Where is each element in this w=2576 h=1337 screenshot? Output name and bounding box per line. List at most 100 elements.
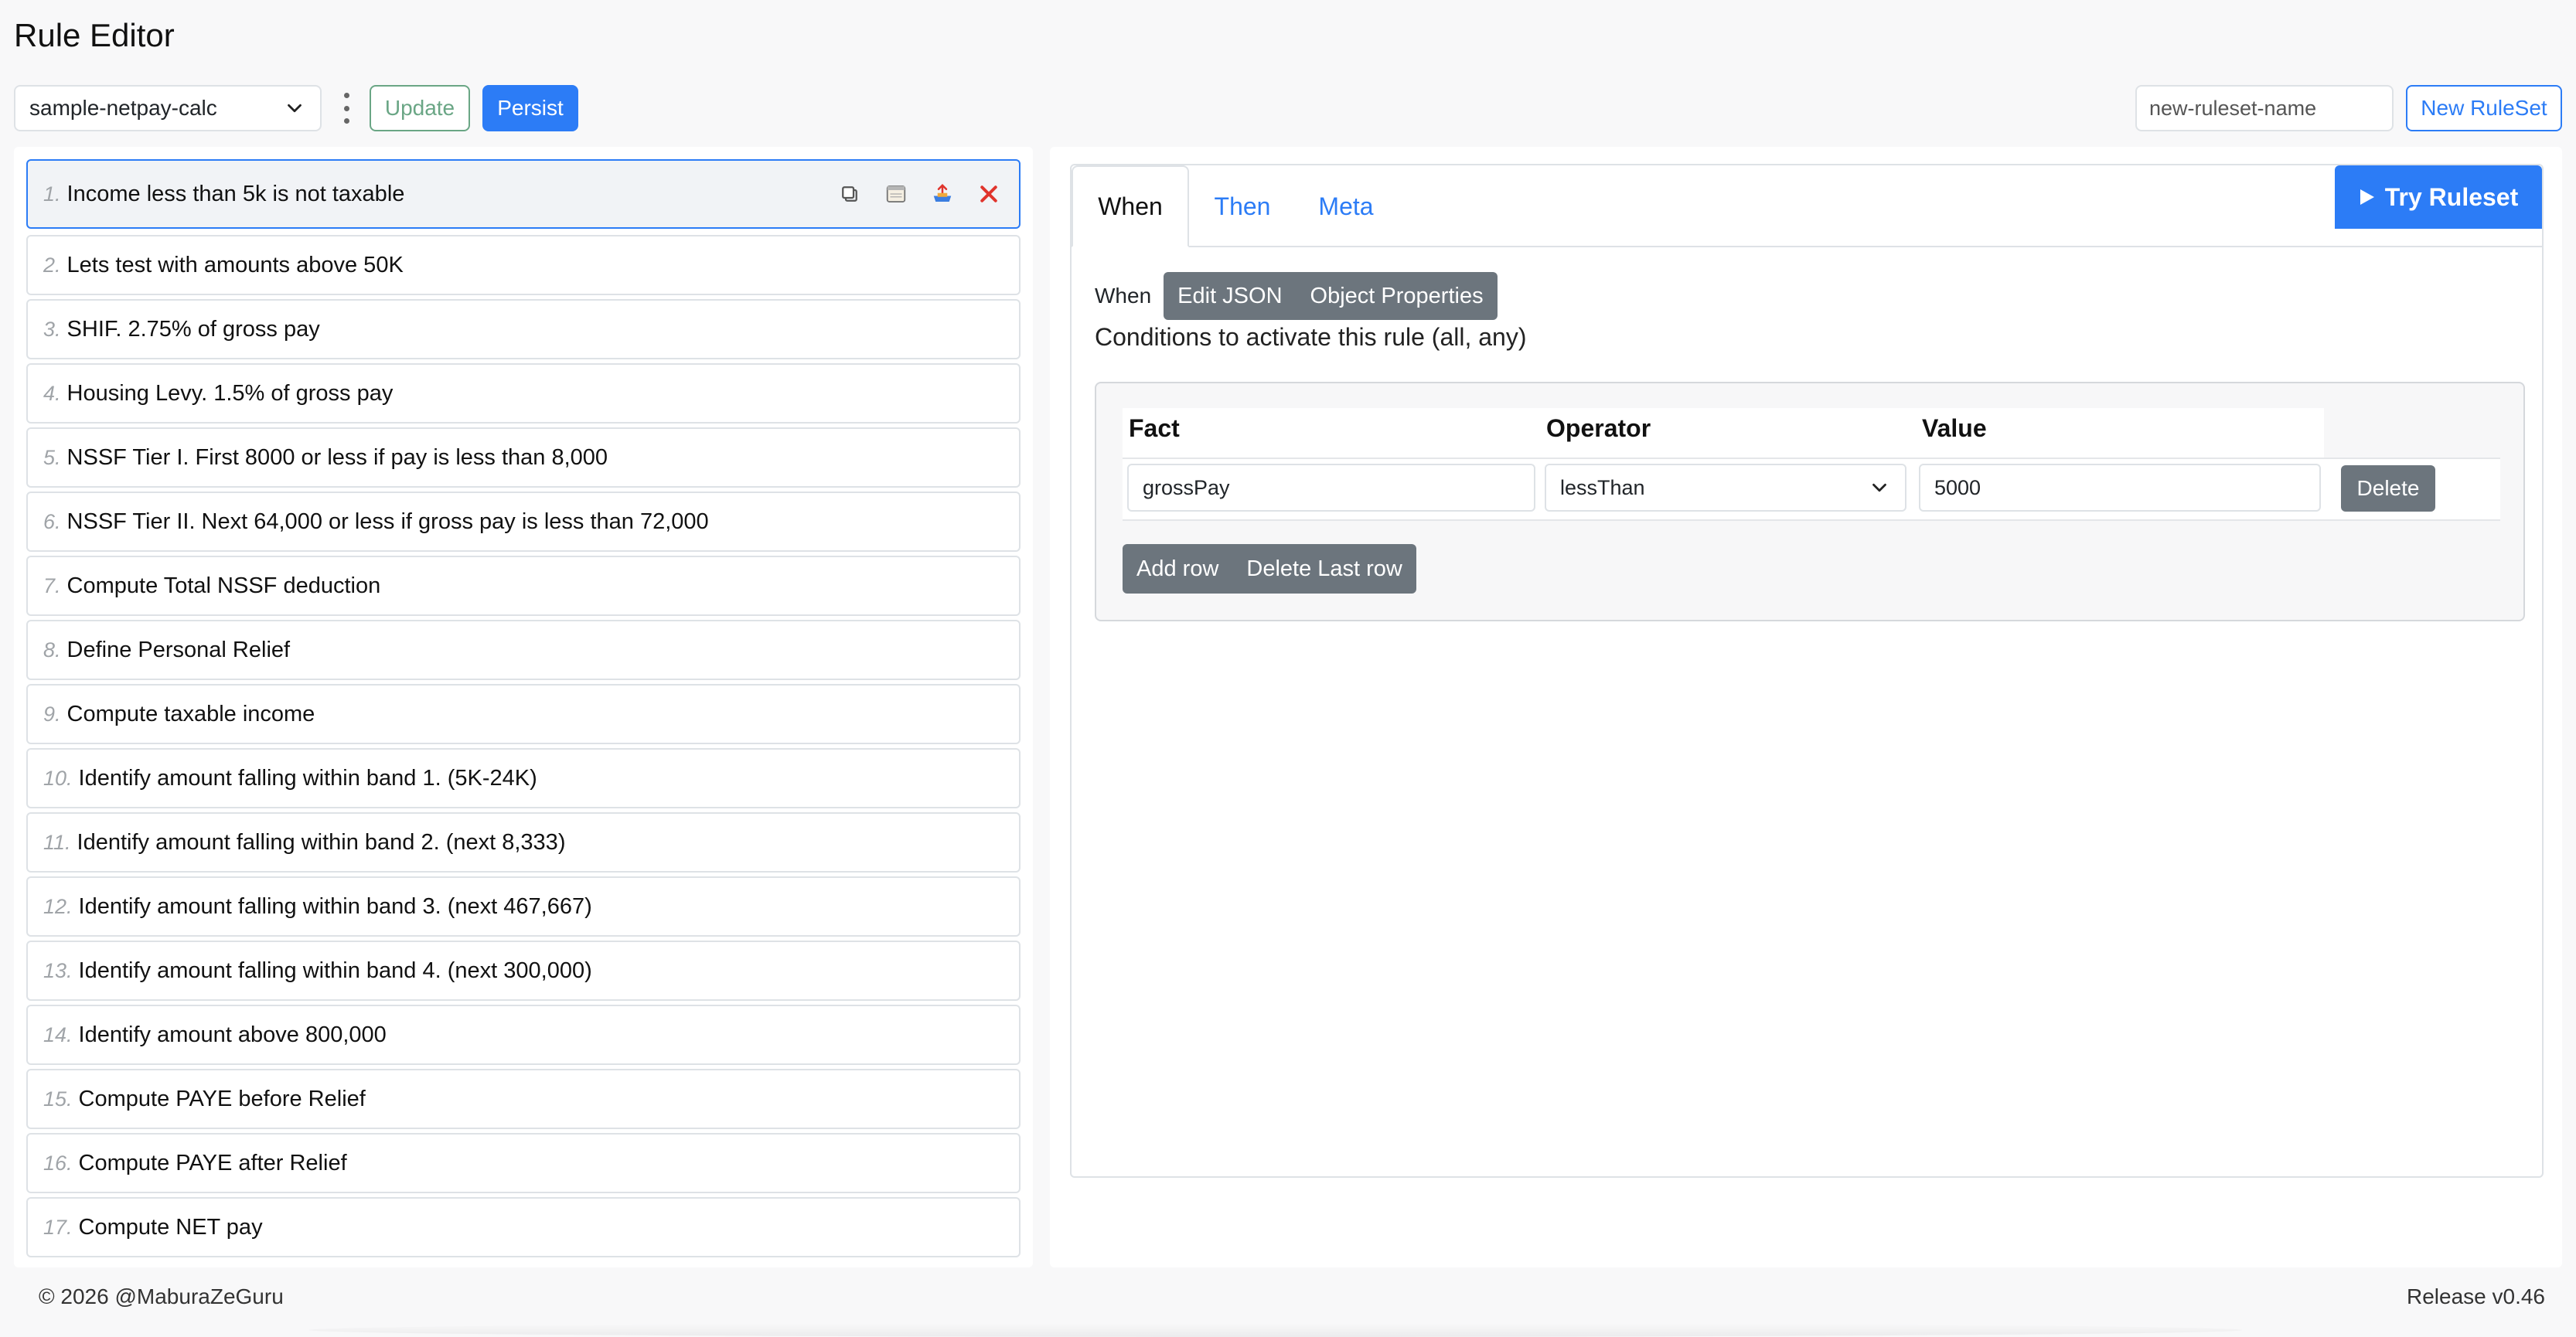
rule-item[interactable]: 13. Identify amount falling within band … — [26, 941, 1021, 1001]
edit-json-button[interactable]: Edit JSON — [1164, 272, 1297, 320]
operator-select-value: lessThan — [1560, 475, 1645, 499]
add-row-button[interactable]: Add row — [1123, 544, 1233, 594]
rule-label: NSSF Tier II. Next 64,000 or less if gro… — [66, 509, 709, 534]
ruleset-select-value: sample-netpay-calc — [29, 96, 217, 120]
rule-item[interactable]: 14. Identify amount above 800,000 — [26, 1005, 1021, 1065]
rule-number: 4. — [43, 381, 61, 405]
rule-number: 5. — [43, 445, 61, 469]
conditions-box: Fact Operator Value grossPay lessThan 50… — [1095, 382, 2525, 621]
footer-release: Release v0.46 — [2406, 1284, 2545, 1308]
value-input[interactable]: 5000 — [1919, 464, 2321, 512]
page-title: Rule Editor — [14, 17, 175, 53]
rule-item[interactable]: 17. Compute NET pay — [26, 1197, 1021, 1257]
try-ruleset-label: Try Ruleset — [2384, 182, 2519, 211]
tabs-divider — [1072, 246, 2542, 247]
object-properties-button[interactable]: Object Properties — [1296, 272, 1498, 320]
rule-item[interactable]: 10. Identify amount falling within band … — [26, 748, 1021, 808]
tab-meta[interactable]: Meta — [1303, 165, 1389, 247]
rule-item[interactable]: 1. Income less than 5k is not taxable — [26, 159, 1021, 229]
rule-item[interactable]: 3. SHIF. 2.75% of gross pay — [26, 299, 1021, 359]
rule-number: 16. — [43, 1151, 73, 1175]
when-toolbar: When Edit JSON Object Properties — [1095, 272, 1498, 320]
rule-number: 2. — [43, 253, 61, 277]
value-input-value: 5000 — [1934, 475, 1981, 499]
rule-item[interactable]: 2. Lets test with amounts above 50K — [26, 235, 1021, 295]
rule-label: Identify amount falling within band 2. (… — [77, 829, 566, 855]
fact-input[interactable]: grossPay — [1127, 464, 1535, 512]
rule-label: Compute PAYE after Relief — [78, 1150, 347, 1175]
rule-number: 3. — [43, 317, 61, 341]
rule-label: Compute Total NSSF deduction — [66, 573, 381, 598]
operator-column-header: Operator — [1546, 414, 1651, 442]
rule-label: Identify amount falling within band 3. (… — [78, 893, 592, 919]
rule-number: 11. — [43, 830, 71, 854]
footer-copyright: © 2026 @MaburaZeGuru — [39, 1284, 284, 1308]
rule-item[interactable]: 8. Define Personal Relief — [26, 620, 1021, 680]
rule-number: 12. — [43, 894, 73, 918]
rule-label: Define Personal Relief — [66, 637, 291, 662]
row-actions-group: Add row Delete Last row — [1123, 544, 1416, 594]
rule-label: Lets test with amounts above 50K — [66, 252, 404, 277]
conditions-header — [1123, 408, 2324, 458]
delete-row-button[interactable]: Delete — [2341, 465, 2435, 512]
rule-number: 13. — [43, 958, 73, 982]
rule-item[interactable]: 6. NSSF Tier II. Next 64,000 or less if … — [26, 492, 1021, 552]
rule-label: Compute NET pay — [78, 1214, 263, 1240]
rule-item[interactable]: 16. Compute PAYE after Relief — [26, 1133, 1021, 1193]
rule-label: NSSF Tier I. First 8000 or less if pay i… — [66, 444, 608, 470]
new-ruleset-button[interactable]: New RuleSet — [2406, 85, 2562, 131]
when-mode-group: Edit JSON Object Properties — [1164, 272, 1498, 320]
footer-shadow — [309, 1323, 2242, 1337]
rules-panel: 1. Income less than 5k is not taxable 2.… — [14, 147, 1033, 1267]
editor-panel: When Then Meta Try Ruleset When Edit JSO… — [1050, 147, 2562, 1267]
rule-label: Compute PAYE before Relief — [78, 1086, 366, 1111]
rule-number: 6. — [43, 509, 61, 533]
rule-number: 10. — [43, 766, 73, 790]
rule-number: 14. — [43, 1022, 73, 1046]
rule-label: Housing Levy. 1.5% of gross pay — [66, 380, 394, 406]
rule-number: 1. — [43, 182, 61, 206]
when-label: When — [1095, 284, 1152, 308]
rule-item[interactable]: 7. Compute Total NSSF deduction — [26, 556, 1021, 616]
copy-icon[interactable] — [838, 182, 861, 206]
calendar-icon[interactable] — [884, 182, 908, 206]
kebab-icon[interactable] — [337, 88, 356, 128]
rule-item[interactable]: 4. Housing Levy. 1.5% of gross pay — [26, 363, 1021, 424]
rule-actions — [838, 161, 1000, 227]
rule-number: 17. — [43, 1215, 73, 1239]
rule-label: Identify amount falling within band 1. (… — [78, 765, 537, 791]
rule-number: 15. — [43, 1087, 73, 1111]
rule-label: Identify amount above 800,000 — [78, 1022, 387, 1047]
tab-when[interactable]: When — [1072, 165, 1189, 247]
operator-select[interactable]: lessThan — [1545, 464, 1906, 512]
editor-card: When Then Meta Try Ruleset When Edit JSO… — [1070, 164, 2544, 1178]
rule-label: SHIF. 2.75% of gross pay — [66, 316, 320, 342]
fact-input-value: grossPay — [1143, 475, 1230, 499]
update-button[interactable]: Update — [370, 85, 470, 131]
rule-label: Compute taxable income — [66, 701, 315, 726]
tab-then[interactable]: Then — [1200, 165, 1285, 247]
export-icon[interactable] — [931, 182, 954, 206]
rule-item[interactable]: 5. NSSF Tier I. First 8000 or less if pa… — [26, 427, 1021, 488]
chevron-down-icon — [1872, 483, 1886, 492]
rule-item[interactable]: 15. Compute PAYE before Relief — [26, 1069, 1021, 1129]
rule-item[interactable]: 11. Identify amount falling within band … — [26, 812, 1021, 873]
close-icon[interactable] — [977, 182, 1000, 206]
try-ruleset-button[interactable]: Try Ruleset — [2335, 165, 2542, 229]
play-icon — [2360, 189, 2374, 205]
app-root: Rule Editor sample-netpay-calc Update Pe… — [0, 0, 2576, 1337]
rule-number: 9. — [43, 702, 61, 726]
rule-number: 7. — [43, 573, 61, 597]
rule-item[interactable]: 12. Identify amount falling within band … — [26, 876, 1021, 937]
fact-column-header: Fact — [1129, 414, 1180, 442]
rule-item[interactable]: 9. Compute taxable income — [26, 684, 1021, 744]
persist-button[interactable]: Persist — [482, 85, 578, 131]
ruleset-select[interactable]: sample-netpay-calc — [14, 85, 322, 131]
chevron-down-icon — [288, 104, 302, 113]
rule-label: Income less than 5k is not taxable — [66, 181, 405, 206]
conditions-description: Conditions to activate this rule (all, a… — [1095, 323, 1527, 351]
delete-last-row-button[interactable]: Delete Last row — [1232, 544, 1416, 594]
rule-number: 8. — [43, 638, 61, 662]
value-column-header: Value — [1922, 414, 1987, 442]
new-ruleset-name-input[interactable]: new-ruleset-name — [2135, 85, 2394, 131]
